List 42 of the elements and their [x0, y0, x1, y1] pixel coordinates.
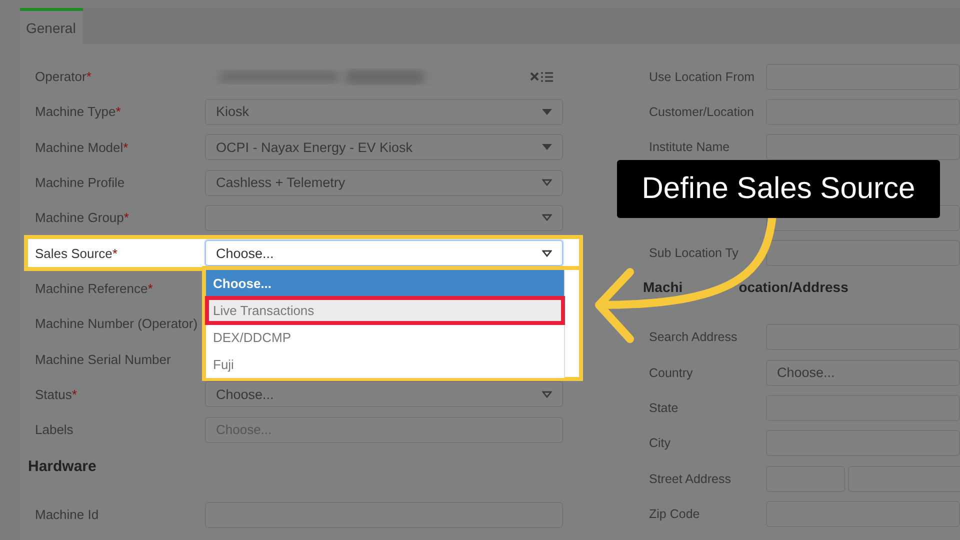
tab[interactable]: General: [20, 8, 83, 44]
section-heading: ocation/Address: [738, 278, 848, 297]
field-label: Sales Source*: [34, 246, 118, 261]
field-label: Use Location From: [649, 70, 756, 84]
field-label: Labels: [34, 422, 74, 438]
select-field[interactable]: Choose...: [205, 240, 563, 266]
field-label: Street Address: [649, 472, 732, 486]
field-label: Search Address: [649, 330, 738, 344]
field-label: Institute Name: [649, 140, 731, 154]
field-label: Operator*: [34, 69, 92, 84]
select-field[interactable]: Cashless + Telemetry: [205, 170, 563, 196]
callout-tooltip: Define Sales Source: [617, 160, 940, 218]
field-label: Zip Code: [649, 506, 701, 521]
field-label: City: [649, 436, 672, 450]
field-label: Sub Location Ty: [649, 246, 740, 260]
input-field[interactable]: [766, 134, 960, 160]
field-label: Country: [649, 366, 694, 380]
dropdown-option[interactable]: Fuji: [206, 351, 564, 378]
field-label: Machine Group*: [34, 210, 130, 226]
field-label: Machine Id: [34, 507, 100, 522]
select-field[interactable]: Kiosk: [205, 98, 563, 125]
select-field[interactable]: [205, 204, 563, 231]
select-field[interactable]: Choose...: [205, 381, 563, 408]
field-label: Machine Profile: [34, 175, 126, 190]
dropdown-option[interactable]: DEX/DDCMP: [206, 324, 564, 352]
field-label: State: [649, 401, 680, 416]
clear-icon[interactable]: [530, 72, 539, 82]
field-label: Machine Type*: [34, 104, 122, 120]
field-label: Machine Reference*: [34, 280, 154, 296]
field-label: Machine Number (Operator): [34, 316, 199, 332]
section-heading: Hardware: [27, 457, 98, 478]
list-icon[interactable]: [541, 72, 553, 82]
dropdown-option[interactable]: Live Transactions: [206, 297, 564, 324]
select-field[interactable]: Choose...: [766, 360, 960, 386]
field-label: Machine Model*: [34, 140, 130, 155]
field-label: Status*: [34, 386, 78, 402]
field-label: Machine Serial Number: [34, 352, 172, 367]
input-field[interactable]: [766, 240, 960, 266]
section-heading: Machi: [643, 278, 683, 297]
select-field[interactable]: OCPI - Nayax Energy - EV Kiosk: [205, 134, 563, 160]
dropdown-option[interactable]: Choose...: [206, 270, 564, 298]
field-label: Customer/Location: [649, 104, 755, 119]
